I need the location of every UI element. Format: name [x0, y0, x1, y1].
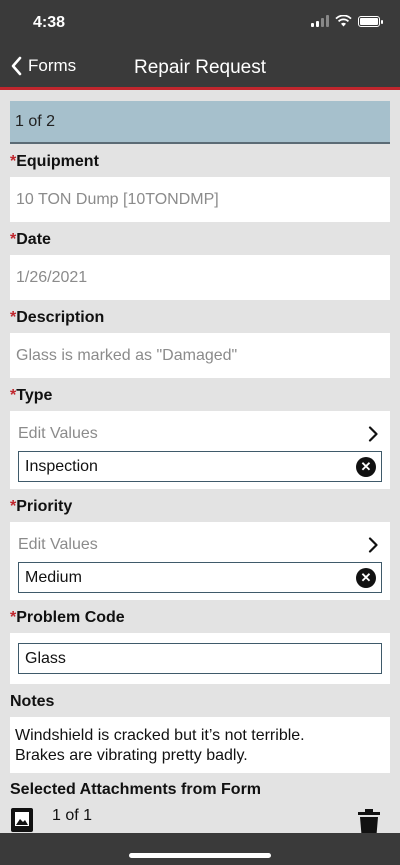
signal-icon — [311, 15, 329, 27]
attachment-row: 1 of 1 — [10, 805, 390, 833]
status-icons — [311, 15, 383, 27]
nav-bar: Forms Repair Request — [0, 46, 400, 90]
priority-label: *Priority — [10, 498, 73, 515]
priority-value-chip: Medium ✕ — [18, 562, 382, 593]
date-field[interactable]: 1/26/2021 — [10, 255, 390, 300]
trash-icon[interactable] — [356, 809, 382, 833]
notes-field[interactable]: Windshield is cracked but it’s not terri… — [10, 717, 390, 773]
type-select: Edit Values Inspection ✕ — [10, 411, 390, 489]
type-label: *Type — [10, 387, 53, 404]
page-title: Repair Request — [133, 57, 267, 78]
problem-code-container: Glass — [10, 633, 390, 684]
status-bar: 4:38 — [0, 0, 400, 46]
type-value: Inspection — [25, 457, 98, 475]
equipment-field[interactable]: 10 TON Dump [10TONDMP] — [10, 177, 390, 222]
chevron-right-icon — [368, 426, 378, 442]
priority-value: Medium — [25, 568, 82, 586]
attachment-count: 1 of 1 — [52, 807, 93, 824]
equipment-label: *Equipment — [10, 153, 99, 170]
description-label: *Description — [10, 309, 105, 326]
notes-line: Windshield is cracked but it’s not terri… — [15, 727, 305, 744]
status-time: 4:38 — [33, 14, 66, 31]
clear-icon[interactable]: ✕ — [356, 567, 376, 588]
problem-code-label: *Problem Code — [10, 609, 125, 626]
problem-code-input[interactable]: Glass — [18, 643, 382, 674]
notes-label: Notes — [10, 693, 55, 710]
chevron-right-icon — [368, 537, 378, 553]
priority-edit-values[interactable]: Edit Values — [18, 528, 382, 562]
wifi-icon — [335, 15, 352, 27]
image-icon[interactable] — [10, 805, 34, 833]
home-bar — [0, 833, 400, 865]
priority-select: Edit Values Medium ✕ — [10, 522, 390, 600]
notes-line: Brakes are vibrating pretty badly. — [15, 747, 248, 764]
type-value-chip: Inspection ✕ — [18, 451, 382, 482]
description-field[interactable]: Glass is marked as "Damaged" — [10, 333, 390, 378]
date-label: *Date — [10, 231, 51, 248]
home-indicator[interactable] — [129, 853, 271, 858]
attachments-label: Selected Attachments from Form — [10, 781, 262, 798]
clear-icon[interactable]: ✕ — [356, 456, 376, 477]
type-edit-values[interactable]: Edit Values — [18, 417, 382, 451]
battery-icon — [358, 15, 383, 27]
page-indicator: 1 of 2 — [10, 101, 390, 144]
form-content[interactable]: 1 of 2 *Equipment 10 TON Dump [10TONDMP]… — [0, 93, 400, 833]
